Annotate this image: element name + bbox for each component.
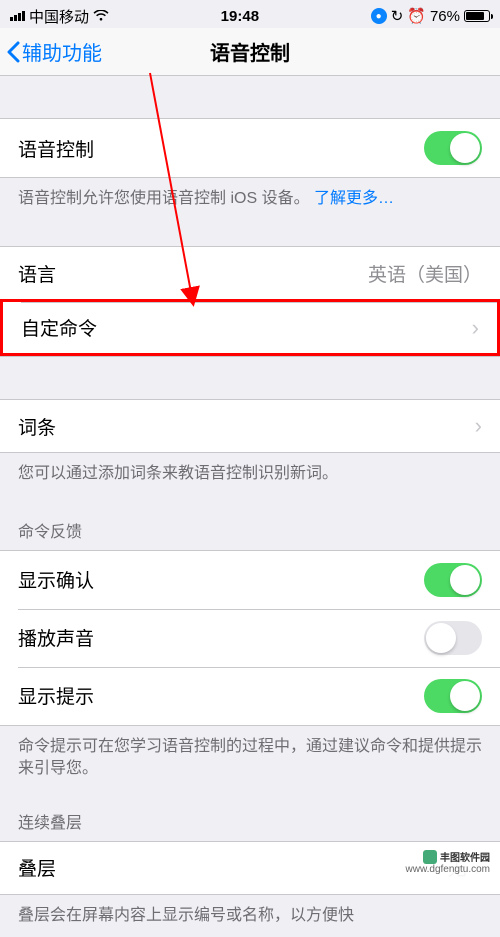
show-confirm-switch[interactable] <box>424 563 482 597</box>
language-label: 语言 <box>18 260 56 287</box>
play-sound-switch[interactable] <box>424 621 482 655</box>
learn-more-link[interactable]: 了解更多… <box>314 190 394 207</box>
language-value: 英语（美国） <box>368 260 482 287</box>
cell-vocab[interactable]: 词条 › <box>0 400 500 452</box>
custom-commands-label: 自定命令 <box>21 314 97 341</box>
lock-icon: ↻ <box>391 7 404 25</box>
status-time: 19:48 <box>221 8 259 25</box>
overlay-footer: 叠层会在屏幕内容上显示编号或名称，以方便快 <box>0 895 500 937</box>
watermark: 丰图软件园 www.dgfengtu.com <box>402 847 495 877</box>
cell-voice-control-toggle[interactable]: 语音控制 <box>0 119 500 177</box>
vocab-label: 词条 <box>18 413 56 440</box>
show-hints-switch[interactable] <box>424 679 482 713</box>
cell-custom-commands[interactable]: 自定命令 › <box>0 299 500 356</box>
alarm-icon: ⏰ <box>407 7 426 25</box>
battery-pct: 76% <box>430 8 460 25</box>
overlay-label: 叠层 <box>18 854 56 881</box>
voice-control-switch[interactable] <box>424 131 482 165</box>
chevron-left-icon <box>6 41 20 63</box>
mic-icon: ● <box>371 8 387 24</box>
show-confirm-label: 显示确认 <box>18 566 94 593</box>
status-bar: 中国移动 19:48 ● ↻ ⏰ 76% <box>0 0 500 28</box>
cmd-feedback-header: 命令反馈 <box>0 496 500 550</box>
group-vocab: 词条 › <box>0 399 500 453</box>
carrier-label: 中国移动 <box>29 6 89 27</box>
back-label: 辅助功能 <box>22 37 102 66</box>
overlay-header: 连续叠层 <box>0 791 500 841</box>
watermark-logo-icon <box>423 850 437 864</box>
nav-bar: 辅助功能 语音控制 <box>0 28 500 76</box>
chevron-right-icon: › <box>475 415 482 437</box>
status-left: 中国移动 <box>10 6 109 27</box>
chevron-right-icon: › <box>472 317 479 339</box>
cell-show-confirm[interactable]: 显示确认 <box>0 551 500 609</box>
show-hints-label: 显示提示 <box>18 682 94 709</box>
page-title: 语音控制 <box>210 37 290 66</box>
play-sound-label: 播放声音 <box>18 624 94 651</box>
cell-show-hints[interactable]: 显示提示 <box>0 667 500 725</box>
wifi-icon <box>93 10 109 22</box>
back-button[interactable]: 辅助功能 <box>0 37 102 66</box>
status-right: ● ↻ ⏰ 76% <box>371 7 490 25</box>
vocab-footer: 您可以通过添加词条来教语音控制识别新词。 <box>0 453 500 495</box>
cell-play-sound[interactable]: 播放声音 <box>0 609 500 667</box>
cmd-feedback-footer: 命令提示可在您学习语音控制的过程中，通过建议命令和提供提示来引导您。 <box>0 726 500 791</box>
group-language: 语言 英语（美国） 自定命令 › <box>0 246 500 357</box>
battery-icon <box>464 10 490 22</box>
group-cmd-feedback: 显示确认 播放声音 显示提示 <box>0 550 500 726</box>
group-voice-control: 语音控制 <box>0 118 500 178</box>
voice-control-footer: 语音控制允许您使用语音控制 iOS 设备。 了解更多… <box>0 178 500 220</box>
signal-icon <box>10 11 25 21</box>
cell-language[interactable]: 语言 英语（美国） <box>0 247 500 299</box>
voice-control-label: 语音控制 <box>18 135 94 162</box>
